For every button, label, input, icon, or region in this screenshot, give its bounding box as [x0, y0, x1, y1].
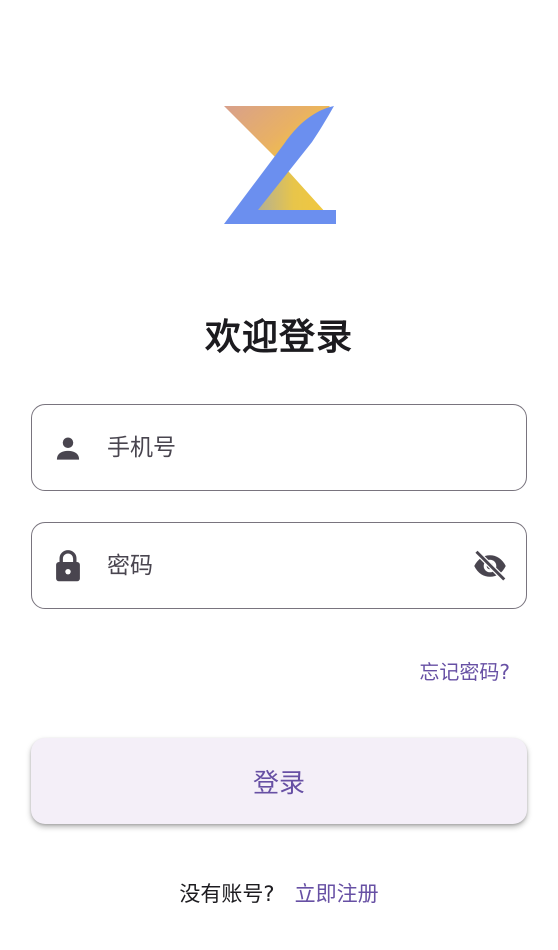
password-input[interactable]	[107, 523, 470, 608]
visibility-off-icon[interactable]	[470, 546, 510, 586]
phone-field[interactable]	[31, 404, 527, 491]
password-field[interactable]	[31, 522, 527, 609]
lock-icon	[54, 549, 82, 581]
login-button[interactable]: 登录	[31, 738, 527, 824]
register-row: 没有账号? 立即注册	[0, 878, 558, 908]
register-link[interactable]: 立即注册	[295, 878, 379, 908]
no-account-text: 没有账号?	[179, 882, 275, 906]
login-screen: 欢迎登录 忘记密码?	[0, 0, 558, 950]
page-title: 欢迎登录	[204, 317, 353, 358]
app-logo	[224, 106, 336, 224]
person-icon	[54, 434, 82, 462]
phone-input[interactable]	[107, 405, 526, 490]
forgot-password-link[interactable]: 忘记密码?	[419, 656, 510, 685]
